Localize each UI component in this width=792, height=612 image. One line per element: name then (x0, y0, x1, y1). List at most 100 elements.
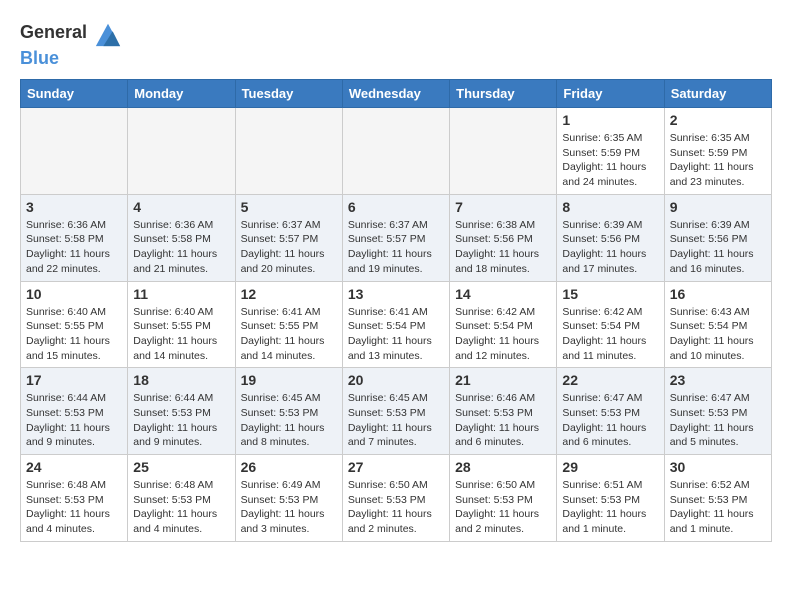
calendar-table: SundayMondayTuesdayWednesdayThursdayFrid… (20, 79, 772, 542)
day-number: 5 (241, 199, 337, 215)
day-number: 6 (348, 199, 444, 215)
calendar-cell (342, 108, 449, 195)
calendar-cell: 3 Sunrise: 6:36 AM Sunset: 5:58 PM Daylig… (21, 194, 128, 281)
calendar-cell: 19 Sunrise: 6:45 AM Sunset: 5:53 PM Dayli… (235, 368, 342, 455)
calendar-week-0: 1 Sunrise: 6:35 AM Sunset: 5:59 PM Daylig… (21, 108, 772, 195)
page-header: General Blue (20, 20, 772, 69)
day-info: Sunrise: 6:49 AM Sunset: 5:53 PM Dayligh… (241, 478, 337, 537)
calendar-cell: 21Sunrise: 6:46 AM Sunset: 5:53 PM Dayli… (450, 368, 557, 455)
day-info: Sunrise: 6:47 AM Sunset: 5:53 PM Dayligh… (562, 391, 658, 450)
calendar-cell: 12 Sunrise: 6:41 AM Sunset: 5:55 PM Dayli… (235, 281, 342, 368)
logo: General Blue (20, 20, 124, 69)
day-number: 2 (670, 112, 766, 128)
day-info: Sunrise: 6:42 AM Sunset: 5:54 PM Dayligh… (455, 305, 551, 364)
calendar-cell: 13 Sunrise: 6:41 AM Sunset: 5:54 PM Dayli… (342, 281, 449, 368)
day-info: Sunrise: 6:50 AM Sunset: 5:53 PM Dayligh… (455, 478, 551, 537)
calendar-cell: 24 Sunrise: 6:48 AM Sunset: 5:53 PM Dayli… (21, 455, 128, 542)
calendar-cell: 8Sunrise: 6:39 AM Sunset: 5:56 PM Daylig… (557, 194, 664, 281)
calendar-cell: 28 Sunrise: 6:50 AM Sunset: 5:53 PM Dayli… (450, 455, 557, 542)
day-info: Sunrise: 6:41 AM Sunset: 5:54 PM Dayligh… (348, 305, 444, 364)
day-number: 19 (241, 372, 337, 388)
day-header-wednesday: Wednesday (342, 80, 449, 108)
day-number: 17 (26, 372, 122, 388)
calendar-cell: 9Sunrise: 6:39 AM Sunset: 5:56 PM Daylig… (664, 194, 771, 281)
day-info: Sunrise: 6:52 AM Sunset: 5:53 PM Dayligh… (670, 478, 766, 537)
logo-general: General (20, 22, 87, 42)
calendar-cell: 1 Sunrise: 6:35 AM Sunset: 5:59 PM Daylig… (557, 108, 664, 195)
day-number: 20 (348, 372, 444, 388)
day-info: Sunrise: 6:45 AM Sunset: 5:53 PM Dayligh… (348, 391, 444, 450)
calendar-cell: 30 Sunrise: 6:52 AM Sunset: 5:53 PM Dayli… (664, 455, 771, 542)
day-info: Sunrise: 6:44 AM Sunset: 5:53 PM Dayligh… (133, 391, 229, 450)
day-number: 12 (241, 286, 337, 302)
day-number: 4 (133, 199, 229, 215)
calendar-cell: 4 Sunrise: 6:36 AM Sunset: 5:58 PM Daylig… (128, 194, 235, 281)
calendar-week-4: 24 Sunrise: 6:48 AM Sunset: 5:53 PM Dayli… (21, 455, 772, 542)
calendar-cell (21, 108, 128, 195)
day-info: Sunrise: 6:35 AM Sunset: 5:59 PM Dayligh… (562, 131, 658, 190)
day-header-thursday: Thursday (450, 80, 557, 108)
day-header-sunday: Sunday (21, 80, 128, 108)
calendar-cell (128, 108, 235, 195)
day-info: Sunrise: 6:44 AM Sunset: 5:53 PM Dayligh… (26, 391, 122, 450)
day-number: 7 (455, 199, 551, 215)
calendar-cell: 20 Sunrise: 6:45 AM Sunset: 5:53 PM Dayli… (342, 368, 449, 455)
day-number: 26 (241, 459, 337, 475)
calendar-week-1: 3 Sunrise: 6:36 AM Sunset: 5:58 PM Daylig… (21, 194, 772, 281)
calendar-cell: 7 Sunrise: 6:38 AM Sunset: 5:56 PM Daylig… (450, 194, 557, 281)
day-number: 23 (670, 372, 766, 388)
calendar-cell: 2 Sunrise: 6:35 AM Sunset: 5:59 PM Daylig… (664, 108, 771, 195)
day-info: Sunrise: 6:47 AM Sunset: 5:53 PM Dayligh… (670, 391, 766, 450)
day-header-friday: Friday (557, 80, 664, 108)
day-number: 1 (562, 112, 658, 128)
day-info: Sunrise: 6:46 AM Sunset: 5:53 PM Dayligh… (455, 391, 551, 450)
day-info: Sunrise: 6:37 AM Sunset: 5:57 PM Dayligh… (348, 218, 444, 277)
calendar-cell: 27 Sunrise: 6:50 AM Sunset: 5:53 PM Dayli… (342, 455, 449, 542)
day-number: 16 (670, 286, 766, 302)
day-number: 13 (348, 286, 444, 302)
day-number: 27 (348, 459, 444, 475)
calendar-week-3: 17 Sunrise: 6:44 AM Sunset: 5:53 PM Dayli… (21, 368, 772, 455)
calendar-cell: 29 Sunrise: 6:51 AM Sunset: 5:53 PM Dayli… (557, 455, 664, 542)
day-info: Sunrise: 6:45 AM Sunset: 5:53 PM Dayligh… (241, 391, 337, 450)
day-info: Sunrise: 6:36 AM Sunset: 5:58 PM Dayligh… (26, 218, 122, 277)
calendar-cell: 5 Sunrise: 6:37 AM Sunset: 5:57 PM Daylig… (235, 194, 342, 281)
day-info: Sunrise: 6:48 AM Sunset: 5:53 PM Dayligh… (26, 478, 122, 537)
day-number: 28 (455, 459, 551, 475)
day-info: Sunrise: 6:40 AM Sunset: 5:55 PM Dayligh… (26, 305, 122, 364)
day-number: 29 (562, 459, 658, 475)
calendar-cell: 14 Sunrise: 6:42 AM Sunset: 5:54 PM Dayli… (450, 281, 557, 368)
day-info: Sunrise: 6:39 AM Sunset: 5:56 PM Dayligh… (670, 218, 766, 277)
calendar-header: SundayMondayTuesdayWednesdayThursdayFrid… (21, 80, 772, 108)
day-number: 24 (26, 459, 122, 475)
calendar-cell: 10Sunrise: 6:40 AM Sunset: 5:55 PM Dayli… (21, 281, 128, 368)
day-info: Sunrise: 6:39 AM Sunset: 5:56 PM Dayligh… (562, 218, 658, 277)
day-info: Sunrise: 6:36 AM Sunset: 5:58 PM Dayligh… (133, 218, 229, 277)
day-number: 11 (133, 286, 229, 302)
calendar-cell: 15Sunrise: 6:42 AM Sunset: 5:54 PM Dayli… (557, 281, 664, 368)
day-number: 18 (133, 372, 229, 388)
calendar-cell: 18 Sunrise: 6:44 AM Sunset: 5:53 PM Dayli… (128, 368, 235, 455)
day-number: 15 (562, 286, 658, 302)
calendar-cell: 25 Sunrise: 6:48 AM Sunset: 5:53 PM Dayli… (128, 455, 235, 542)
header-row: SundayMondayTuesdayWednesdayThursdayFrid… (21, 80, 772, 108)
day-info: Sunrise: 6:37 AM Sunset: 5:57 PM Dayligh… (241, 218, 337, 277)
calendar-cell: 6 Sunrise: 6:37 AM Sunset: 5:57 PM Daylig… (342, 194, 449, 281)
day-number: 14 (455, 286, 551, 302)
day-info: Sunrise: 6:50 AM Sunset: 5:53 PM Dayligh… (348, 478, 444, 537)
day-info: Sunrise: 6:43 AM Sunset: 5:54 PM Dayligh… (670, 305, 766, 364)
day-number: 30 (670, 459, 766, 475)
calendar-cell: 22 Sunrise: 6:47 AM Sunset: 5:53 PM Dayli… (557, 368, 664, 455)
day-number: 3 (26, 199, 122, 215)
calendar-cell (450, 108, 557, 195)
day-info: Sunrise: 6:48 AM Sunset: 5:53 PM Dayligh… (133, 478, 229, 537)
day-number: 22 (562, 372, 658, 388)
calendar-body: 1 Sunrise: 6:35 AM Sunset: 5:59 PM Daylig… (21, 108, 772, 542)
day-info: Sunrise: 6:38 AM Sunset: 5:56 PM Dayligh… (455, 218, 551, 277)
day-info: Sunrise: 6:41 AM Sunset: 5:55 PM Dayligh… (241, 305, 337, 364)
day-number: 25 (133, 459, 229, 475)
day-header-monday: Monday (128, 80, 235, 108)
day-info: Sunrise: 6:51 AM Sunset: 5:53 PM Dayligh… (562, 478, 658, 537)
logo-blue: Blue (20, 48, 59, 68)
day-info: Sunrise: 6:35 AM Sunset: 5:59 PM Dayligh… (670, 131, 766, 190)
